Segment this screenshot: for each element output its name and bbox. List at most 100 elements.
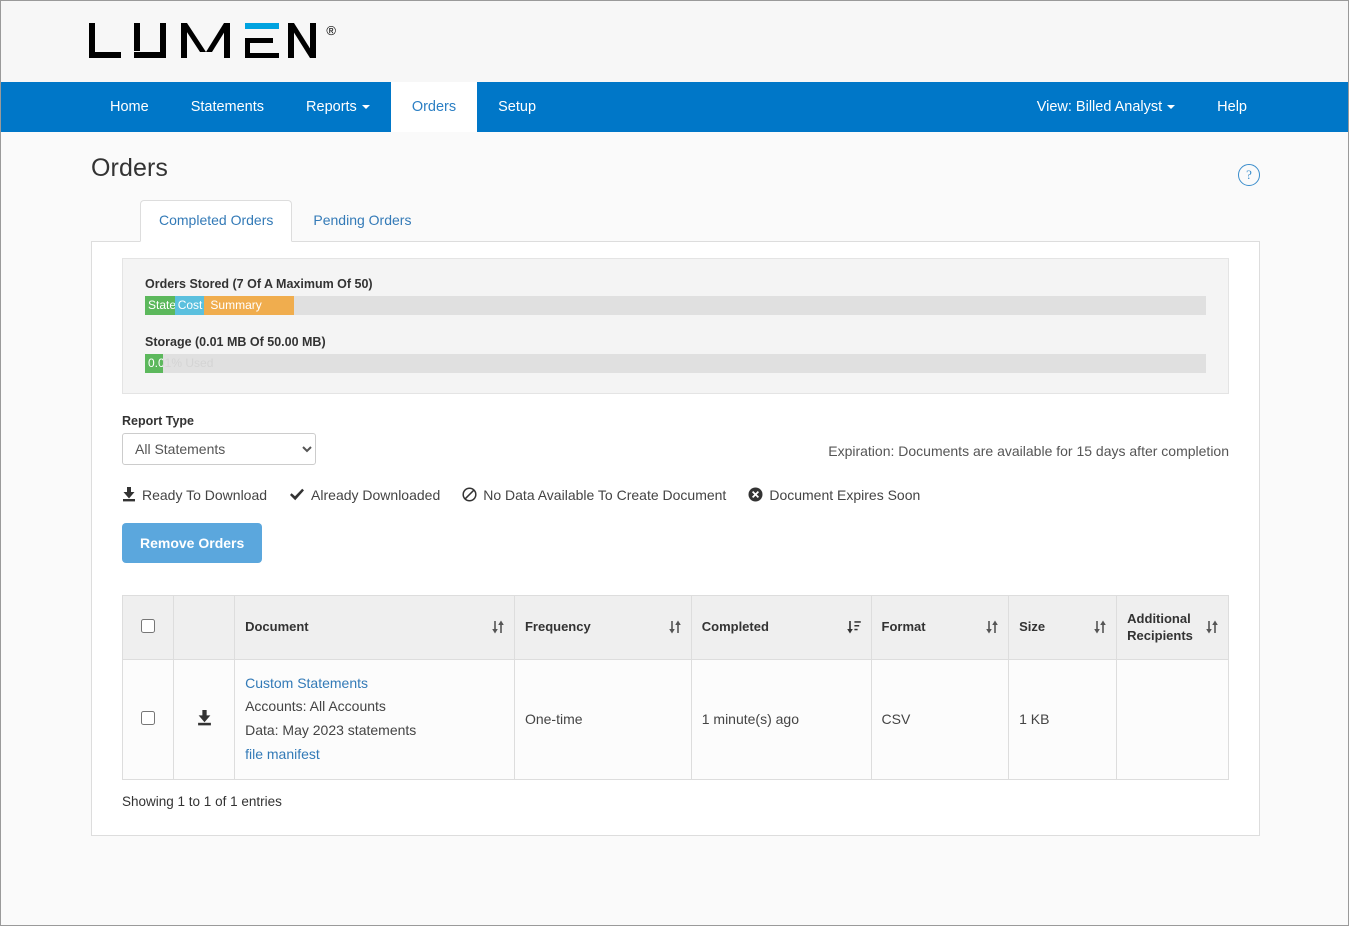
th-label-size: Size (1019, 619, 1046, 635)
document-accounts-text: Accounts: All Accounts (245, 698, 386, 715)
orders-segment-summary-label: Summary (210, 297, 262, 312)
sort-both-icon (668, 620, 681, 634)
main-navbar: Home Statements Reports Orders Setup Vie… (1, 82, 1348, 132)
sort-both-icon (986, 620, 998, 634)
orders-table-body: Custom Statements Accounts: All Accounts… (121, 658, 1229, 780)
nav-label-setup: Setup (498, 99, 537, 115)
browser-page: ® Home Statements Reports Orders Setup V… (0, 0, 1349, 926)
sort-amount-desc-icon (846, 621, 861, 634)
download-icon[interactable] (197, 709, 212, 726)
orders-segment-statements-label: Statements (148, 297, 175, 312)
row-frequency-cell: One-time (513, 658, 692, 780)
report-type-label: Report Type (122, 413, 194, 428)
orders-segment-summary: Summary (204, 295, 294, 315)
row-format-cell: CSV (870, 658, 1010, 780)
table-row: Custom Statements Accounts: All Accounts… (121, 658, 1229, 780)
th-completed[interactable]: Completed (690, 594, 872, 660)
nav-item-view-selector[interactable]: View: Billed Analyst (1016, 82, 1196, 132)
navbar-left-group: Home Statements Reports Orders Setup (89, 82, 557, 132)
th-format[interactable]: Format (870, 594, 1010, 660)
nav-item-orders[interactable]: Orders (390, 82, 478, 132)
sort-both-icon (492, 620, 504, 634)
legend-label-already-downloaded: Already Downloaded (311, 486, 441, 503)
tab-bar: Completed Orders Pending Orders (1, 186, 1348, 242)
nav-label-statements: Statements (190, 99, 265, 115)
tab-label-pending-orders: Pending Orders (313, 212, 412, 228)
th-label-format: Format (881, 619, 926, 635)
remove-orders-button[interactable]: Remove Orders (122, 522, 263, 563)
meter-spacer (145, 315, 1206, 335)
chevron-down-icon (361, 105, 370, 109)
select-all-checkbox[interactable] (141, 618, 156, 633)
legend-ready-to-download: Ready To Download (122, 487, 267, 503)
file-manifest-link[interactable]: file manifest (245, 743, 504, 767)
row-select-checkbox[interactable] (141, 710, 156, 725)
nav-label-reports: Reports (306, 99, 357, 115)
nav-item-setup[interactable]: Setup (477, 82, 557, 132)
tab-completed-orders[interactable]: Completed Orders (140, 200, 293, 242)
legend-label-no-data-available: No Data Available To Create Document (483, 486, 727, 503)
orders-table: Document Frequency Completed Format Size… (121, 594, 1229, 780)
lumen-logo[interactable]: ® (89, 20, 336, 64)
nav-item-statements[interactable]: Statements (170, 82, 285, 132)
completed-orders-panel: Orders Stored (7 Of A Maximum Of 50) Sta… (91, 240, 1260, 836)
orders-segment-statements: Statements (145, 295, 175, 315)
row-select-cell (121, 658, 175, 780)
page-title: Orders (91, 154, 169, 182)
storage-progressbar: 0.01% Used 0.01% Used (145, 353, 1206, 373)
row-recipients-cell (1116, 658, 1229, 780)
nav-label-orders: Orders (411, 99, 457, 115)
th-frequency[interactable]: Frequency (513, 594, 692, 660)
th-label-document: Document (245, 619, 309, 635)
legend-label-ready-to-download: Ready To Download (142, 486, 268, 503)
report-type-group: Report Type All Statements (122, 414, 316, 465)
row-completed-cell: 1 minute(s) ago (690, 658, 872, 780)
legend-label-document-expires-soon: Document Expires Soon (769, 486, 921, 503)
orders-stored-progressbar: Statements Cost Management Summary (145, 295, 1206, 315)
th-size[interactable]: Size (1008, 594, 1118, 660)
nav-label-view: View: Billed Analyst (1036, 99, 1163, 115)
storage-segment-used: 0.01% Used (145, 353, 164, 373)
th-additional-recipients[interactable]: Additional Recipients (1116, 594, 1229, 660)
nav-label-home: Home (110, 99, 149, 115)
th-document[interactable]: Document (234, 594, 515, 660)
orders-segment-cost-management: Cost Management (174, 295, 205, 315)
tab-pending-orders[interactable]: Pending Orders (294, 200, 430, 241)
ban-icon (462, 487, 477, 502)
chevron-down-icon (1167, 105, 1176, 109)
page-header: Orders ? (1, 132, 1348, 186)
nav-label-help: Help (1217, 99, 1247, 115)
registered-mark: ® (326, 22, 336, 38)
table-header-row: Document Frequency Completed Format Size… (121, 594, 1229, 660)
row-size-cell: 1 KB (1008, 658, 1118, 780)
logo-header: ® (1, 1, 1348, 82)
sort-both-icon (1206, 620, 1218, 634)
orders-table-wrapper: Document Frequency Completed Format Size… (121, 594, 1229, 809)
table-entries-info: Showing 1 to 1 of 1 entries (122, 793, 282, 809)
th-label-frequency: Frequency (524, 619, 591, 635)
legend-already-downloaded: Already Downloaded (289, 487, 440, 503)
nav-item-help[interactable]: Help (1196, 82, 1268, 132)
row-document-cell: Custom Statements Accounts: All Accounts… (234, 658, 515, 780)
th-label-completed: Completed (701, 619, 769, 635)
th-label-additional-recipients: Additional Recipients (1127, 610, 1193, 644)
times-circle-icon (748, 487, 763, 502)
document-data-text: Data: May 2023 statements (245, 722, 417, 739)
nav-item-reports[interactable]: Reports (285, 82, 391, 132)
usage-meters: Orders Stored (7 Of A Maximum Of 50) Sta… (122, 257, 1229, 394)
legend-no-data-available: No Data Available To Create Document (462, 487, 726, 503)
sort-both-icon (1094, 620, 1106, 634)
help-question-icon[interactable]: ? (1238, 164, 1260, 186)
th-status-icon (173, 594, 236, 660)
document-title-link[interactable]: Custom Statements (245, 672, 504, 696)
storage-label: Storage (0.01 MB Of 50.00 MB) (145, 334, 326, 349)
nav-item-home[interactable]: Home (89, 82, 170, 132)
report-type-select[interactable]: All Statements (122, 432, 316, 465)
legend-document-expires-soon: Document Expires Soon (748, 487, 920, 503)
expiration-note: Expiration: Documents are available for … (828, 442, 1229, 459)
check-icon (290, 488, 305, 500)
row-status-cell (173, 658, 236, 780)
orders-stored-label: Orders Stored (7 Of A Maximum Of 50) (145, 276, 373, 291)
download-icon (123, 487, 135, 502)
th-select-all (121, 594, 175, 660)
